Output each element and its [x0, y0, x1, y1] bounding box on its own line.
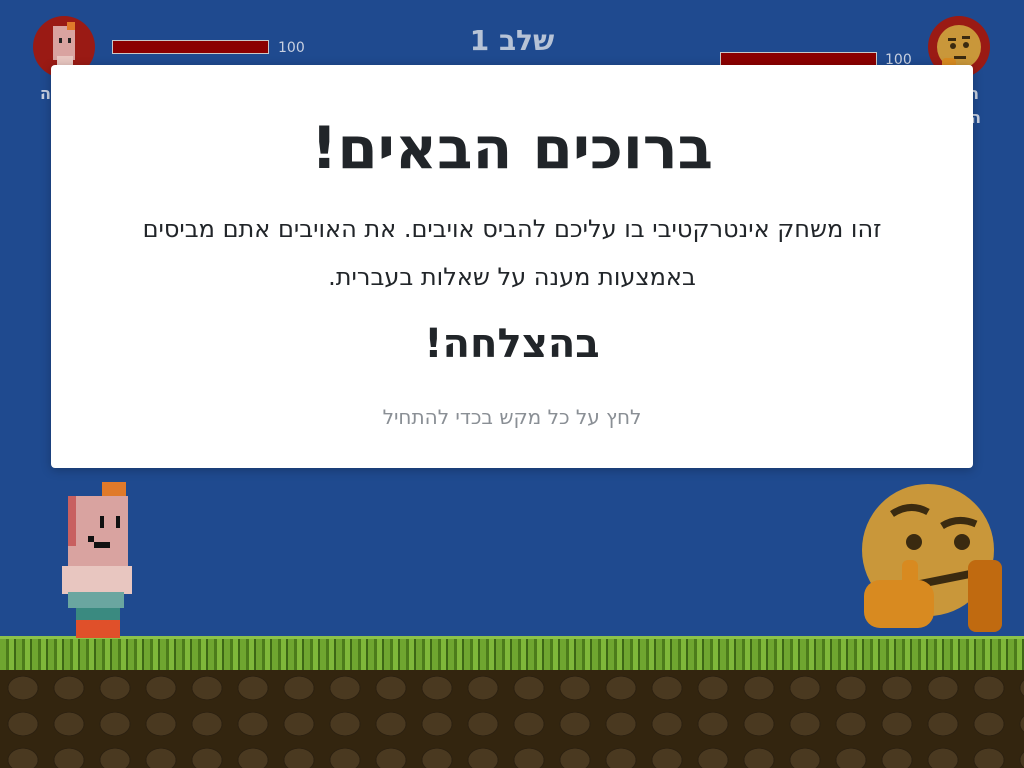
enemy-hp-fill [721, 53, 876, 65]
enemy-character-sprite [862, 484, 1002, 632]
modal-good-luck: בהצלחה! [424, 321, 600, 367]
press-any-key-hint: לחץ על כל מקש בכדי להתחיל [382, 405, 642, 429]
enemy-hp-bar [720, 52, 877, 66]
player-name: ה [40, 84, 51, 103]
welcome-modal[interactable]: ברוכים הבאים! זהו משחק אינטרקטיבי בו עלי… [51, 65, 973, 468]
ground-grass [0, 636, 1024, 670]
modal-title: ברוכים הבאים! [310, 114, 714, 182]
player-character-sprite [62, 482, 132, 638]
ground-dirt [0, 670, 1024, 768]
modal-description: זהו משחק אינטרקטיבי בו עליכם להביס אויבי… [142, 215, 882, 291]
